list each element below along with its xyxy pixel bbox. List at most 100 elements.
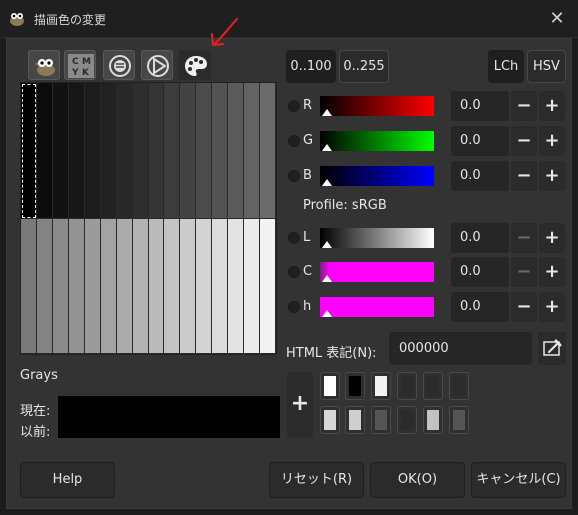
reset-button[interactable]: リセット(R) [269, 462, 364, 498]
channel-value-l[interactable]: 0.0 [451, 223, 509, 253]
close-icon[interactable]: ✕ [546, 8, 568, 30]
channel-decrement-g[interactable]: − [511, 126, 537, 156]
channel-increment-b[interactable]: + [539, 161, 565, 191]
palette-swatch[interactable] [196, 218, 213, 354]
palette-swatch[interactable] [84, 218, 101, 354]
palette-swatch[interactable] [244, 83, 261, 219]
history-color-fill [324, 410, 336, 430]
color-picker-button[interactable] [538, 332, 566, 365]
channel-marker-b[interactable] [322, 179, 332, 186]
lch-button[interactable]: LCh [488, 50, 524, 83]
tab-triangle-selector[interactable] [141, 50, 173, 80]
channel-marker-l[interactable] [322, 241, 332, 248]
palette-swatch[interactable] [36, 218, 53, 354]
history-color-swatch[interactable] [320, 372, 340, 400]
palette-swatch[interactable] [212, 83, 229, 219]
channel-increment-r[interactable]: + [539, 91, 565, 121]
history-color-swatch[interactable] [449, 406, 469, 434]
history-color-swatch[interactable] [371, 406, 391, 434]
history-color-swatch[interactable] [397, 372, 417, 400]
palette-swatch[interactable] [68, 83, 85, 219]
cancel-button[interactable]: キャンセル(C) [471, 462, 566, 498]
add-to-history-button[interactable]: + [287, 372, 313, 438]
palette-swatch[interactable] [100, 218, 117, 354]
history-color-swatch[interactable] [371, 372, 391, 400]
channel-radio-l[interactable] [288, 232, 300, 244]
channel-marker-c[interactable] [322, 275, 332, 282]
history-color-swatch[interactable] [449, 372, 469, 400]
palette-swatch[interactable] [52, 83, 69, 219]
palette-swatch[interactable] [164, 218, 181, 354]
channel-value-r[interactable]: 0.0 [451, 91, 509, 121]
channel-increment-l[interactable]: + [539, 223, 565, 253]
palette-swatch[interactable] [164, 83, 181, 219]
channel-radio-r[interactable] [288, 100, 300, 112]
palette-swatch[interactable] [52, 218, 69, 354]
channel-slider-g[interactable] [320, 131, 434, 151]
palette-swatch[interactable] [132, 218, 149, 354]
tab-gimp-selector[interactable] [28, 50, 60, 80]
tab-palette-selector[interactable] [179, 50, 211, 80]
channel-slider-b[interactable] [320, 166, 434, 186]
channel-marker-r[interactable] [322, 109, 332, 116]
channel-increment-c[interactable]: + [539, 257, 565, 287]
channel-value-c[interactable]: 0.0 [451, 257, 509, 287]
tab-cmyk-selector[interactable]: C M Y K [64, 50, 96, 80]
history-color-swatch[interactable] [397, 406, 417, 434]
palette-swatch[interactable] [228, 218, 245, 354]
channel-decrement-b[interactable]: − [511, 161, 537, 191]
palette-swatch[interactable] [244, 218, 261, 354]
palette-swatch[interactable] [196, 83, 213, 219]
html-notation-input[interactable]: 000000 [389, 332, 532, 365]
channel-radio-g[interactable] [288, 135, 300, 147]
wheel-icon [109, 55, 131, 77]
range-0-100-button[interactable]: 0..100 [286, 50, 336, 83]
palette-swatch[interactable] [180, 218, 197, 354]
history-color-swatch[interactable] [423, 372, 443, 400]
tab-water-selector[interactable] [103, 50, 135, 80]
channel-value-h[interactable]: 0.0 [451, 292, 509, 322]
palette-swatch[interactable] [116, 218, 133, 354]
palette-swatch[interactable] [148, 218, 165, 354]
range-0-255-button[interactable]: 0..255 [339, 50, 389, 83]
palette-swatch[interactable] [260, 83, 276, 219]
channel-value-b[interactable]: 0.0 [451, 161, 509, 191]
channel-slider-h[interactable] [320, 297, 434, 317]
channel-increment-h[interactable]: + [539, 292, 565, 322]
palette-swatch[interactable] [132, 83, 149, 219]
channel-increment-g[interactable]: + [539, 126, 565, 156]
history-color-swatch[interactable] [320, 406, 340, 434]
palette-swatch[interactable] [84, 83, 101, 219]
palette-swatch[interactable] [212, 218, 229, 354]
channel-slider-c[interactable] [320, 262, 434, 282]
hsv-button[interactable]: HSV [527, 50, 566, 83]
channel-decrement-r[interactable]: − [511, 91, 537, 121]
palette-swatch[interactable] [228, 83, 245, 219]
channel-radio-c[interactable] [288, 266, 300, 278]
palette-swatch[interactable] [68, 218, 85, 354]
palette-swatch[interactable] [21, 83, 37, 219]
channel-decrement-c[interactable]: − [511, 257, 537, 287]
palette-swatch[interactable] [148, 83, 165, 219]
palette-swatch[interactable] [36, 83, 53, 219]
channel-value-g[interactable]: 0.0 [451, 126, 509, 156]
palette-swatch[interactable] [21, 218, 37, 354]
history-color-swatch[interactable] [345, 372, 365, 400]
help-button[interactable]: Help [20, 462, 115, 498]
ok-button[interactable]: OK(O) [370, 462, 465, 498]
history-color-swatch[interactable] [423, 406, 443, 434]
channel-label-c: C [303, 264, 313, 279]
palette-swatch[interactable] [116, 83, 133, 219]
channel-slider-r[interactable] [320, 96, 434, 116]
channel-decrement-h[interactable]: − [511, 292, 537, 322]
channel-marker-g[interactable] [322, 144, 332, 151]
palette-swatch[interactable] [260, 218, 276, 354]
history-color-swatch[interactable] [345, 406, 365, 434]
channel-slider-l[interactable] [320, 228, 434, 248]
palette-swatch[interactable] [100, 83, 117, 219]
channel-marker-h[interactable] [322, 310, 332, 317]
channel-decrement-l[interactable]: − [511, 223, 537, 253]
channel-radio-b[interactable] [288, 170, 300, 182]
palette-swatch[interactable] [180, 83, 197, 219]
channel-radio-h[interactable] [288, 301, 300, 313]
